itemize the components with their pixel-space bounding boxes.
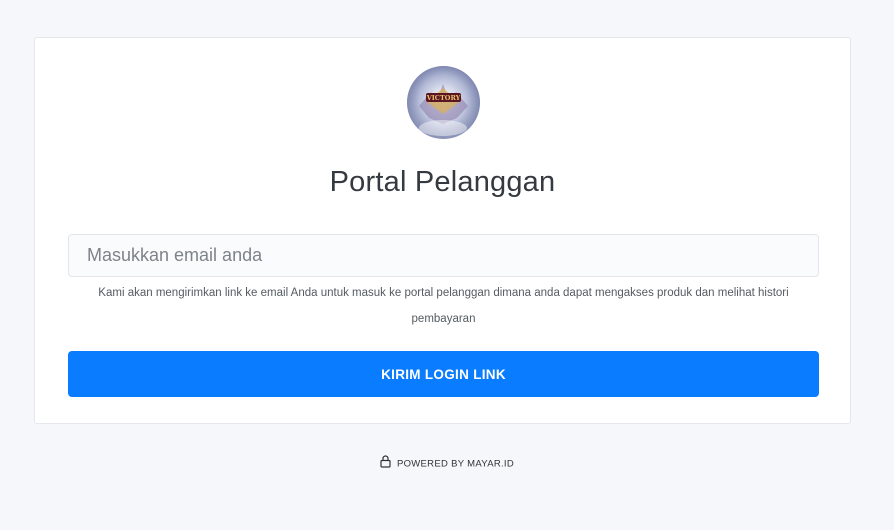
store-avatar: VICTORY [407,66,480,139]
login-card: VICTORY Portal Pelanggan Kami akan mengi… [34,37,851,424]
powered-by-text[interactable]: POWERED BY MAYAR.ID [397,459,514,470]
email-input[interactable] [68,234,819,277]
avatar-text: VICTORY [426,94,461,102]
email-help-text: Kami akan mengirimkan link ke email Anda… [98,287,789,325]
page-title: Portal Pelanggan [329,166,556,198]
send-login-link-button[interactable]: KIRIM LOGIN LINK [68,351,819,397]
lock-icon [380,455,391,471]
powered-by-footer: POWERED BY MAYAR.ID [0,455,894,472]
